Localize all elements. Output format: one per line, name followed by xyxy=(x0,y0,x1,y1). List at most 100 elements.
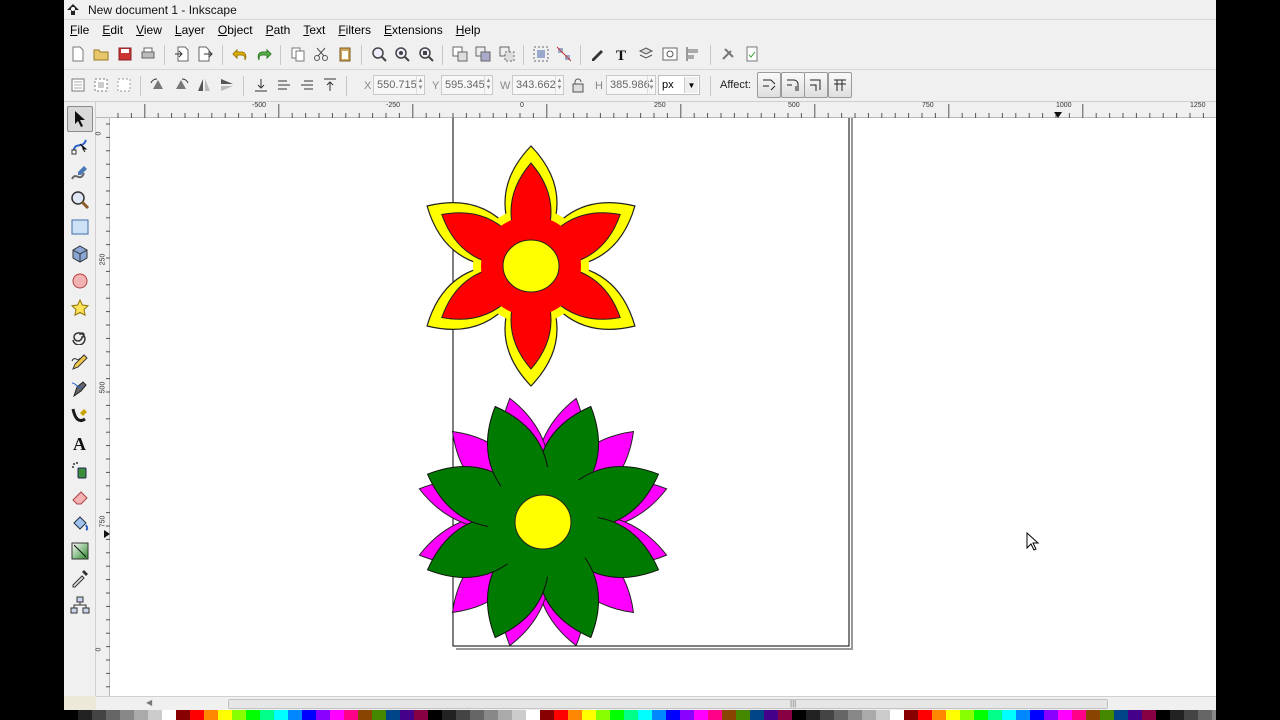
raise-icon[interactable] xyxy=(297,75,317,95)
palette-swatch[interactable] xyxy=(1184,710,1198,720)
palette-swatch[interactable] xyxy=(1030,710,1044,720)
palette-swatch[interactable] xyxy=(176,710,190,720)
scrollbar-thumb[interactable] xyxy=(228,699,1108,709)
palette-swatch[interactable] xyxy=(400,710,414,720)
h-field[interactable]: 385.986 ▲ ▼ xyxy=(606,75,656,95)
palette-swatch[interactable] xyxy=(848,710,862,720)
document-properties-icon[interactable] xyxy=(742,44,762,64)
print-icon[interactable] xyxy=(138,44,158,64)
dropper-tool[interactable] xyxy=(67,565,93,591)
undo-icon[interactable] xyxy=(230,44,250,64)
palette-swatch[interactable] xyxy=(190,710,204,720)
palette-swatch[interactable] xyxy=(512,710,526,720)
rotate-cw-icon[interactable] xyxy=(171,75,191,95)
palette-swatch[interactable] xyxy=(106,710,120,720)
spiral-tool[interactable] xyxy=(67,322,93,348)
menu-extensions[interactable]: Extensions xyxy=(384,23,443,37)
pencil-tool[interactable] xyxy=(67,349,93,375)
scale-corners-toggle[interactable] xyxy=(781,72,805,98)
group-icon[interactable] xyxy=(531,44,551,64)
menu-text[interactable]: Text xyxy=(303,23,325,37)
palette-swatch[interactable] xyxy=(204,710,218,720)
palette-swatch[interactable] xyxy=(274,710,288,720)
palette-swatch[interactable] xyxy=(120,710,134,720)
palette-swatch[interactable] xyxy=(806,710,820,720)
palette-swatch[interactable] xyxy=(834,710,848,720)
move-patterns-toggle[interactable] xyxy=(828,72,852,98)
palette-swatch[interactable] xyxy=(414,710,428,720)
palette-swatch[interactable] xyxy=(64,710,78,720)
palette-swatch[interactable] xyxy=(988,710,1002,720)
palette-swatch[interactable] xyxy=(722,710,736,720)
palette-swatch[interactable] xyxy=(260,710,274,720)
palette-swatch[interactable] xyxy=(918,710,932,720)
palette-swatch[interactable] xyxy=(610,710,624,720)
star-tool[interactable] xyxy=(67,295,93,321)
palette-swatch[interactable] xyxy=(932,710,946,720)
palette-swatch[interactable] xyxy=(680,710,694,720)
menu-edit[interactable]: Edit xyxy=(102,23,123,37)
preferences-icon[interactable] xyxy=(718,44,738,64)
tweak-tool[interactable] xyxy=(67,160,93,186)
drawing-canvas[interactable] xyxy=(110,118,1216,696)
menu-view[interactable]: View xyxy=(136,23,162,37)
palette-swatch[interactable] xyxy=(1198,710,1212,720)
palette-swatch[interactable] xyxy=(162,710,176,720)
align-distribute-icon[interactable] xyxy=(683,44,703,64)
palette-swatch[interactable] xyxy=(708,710,722,720)
palette-swatch[interactable] xyxy=(148,710,162,720)
palette-swatch[interactable] xyxy=(1142,710,1156,720)
palette-swatch[interactable] xyxy=(1002,710,1016,720)
palette-swatch[interactable] xyxy=(1170,710,1184,720)
palette-swatch[interactable] xyxy=(876,710,890,720)
palette-swatch[interactable] xyxy=(946,710,960,720)
palette-swatch[interactable] xyxy=(862,710,876,720)
palette-swatch[interactable] xyxy=(470,710,484,720)
spray-tool[interactable] xyxy=(67,457,93,483)
palette-swatch[interactable] xyxy=(568,710,582,720)
palette-swatch[interactable] xyxy=(1100,710,1114,720)
zoom-tool[interactable] xyxy=(67,187,93,213)
palette-swatch[interactable] xyxy=(92,710,106,720)
palette-swatch[interactable] xyxy=(792,710,806,720)
pen-tool[interactable] xyxy=(67,376,93,402)
palette-swatch[interactable] xyxy=(1072,710,1086,720)
ungroup-icon[interactable] xyxy=(554,44,574,64)
palette-swatch[interactable] xyxy=(694,710,708,720)
palette-swatch[interactable] xyxy=(316,710,330,720)
palette-swatch[interactable] xyxy=(540,710,554,720)
palette-swatch[interactable] xyxy=(484,710,498,720)
zoom-page-icon[interactable] xyxy=(416,44,436,64)
palette-swatch[interactable] xyxy=(1058,710,1072,720)
palette-swatch[interactable] xyxy=(358,710,372,720)
selector-tool[interactable] xyxy=(67,106,93,132)
duplicate-icon[interactable] xyxy=(450,44,470,64)
cut-icon[interactable] xyxy=(311,44,331,64)
palette-swatch[interactable] xyxy=(890,710,904,720)
palette-swatch[interactable] xyxy=(526,710,540,720)
color-palette[interactable] xyxy=(64,710,1216,720)
menu-layer[interactable]: Layer xyxy=(175,23,205,37)
lock-ratio-icon[interactable] xyxy=(568,75,588,95)
palette-swatch[interactable] xyxy=(554,710,568,720)
open-icon[interactable] xyxy=(91,44,111,64)
text-tool[interactable]: A xyxy=(67,430,93,456)
zoom-drawing-icon[interactable] xyxy=(392,44,412,64)
flip-horizontal-icon[interactable] xyxy=(194,75,214,95)
palette-swatch[interactable] xyxy=(330,710,344,720)
fill-stroke-icon[interactable] xyxy=(588,44,608,64)
menu-path[interactable]: Path xyxy=(266,23,291,37)
palette-swatch[interactable] xyxy=(1086,710,1100,720)
redo-icon[interactable] xyxy=(254,44,274,64)
w-field[interactable]: 343.662 ▲ ▼ xyxy=(512,75,564,95)
select-all-layers-icon[interactable] xyxy=(91,75,111,95)
node-tool[interactable] xyxy=(67,133,93,159)
menu-file[interactable]: File xyxy=(70,23,89,37)
palette-swatch[interactable] xyxy=(764,710,778,720)
palette-swatch[interactable] xyxy=(960,710,974,720)
palette-swatch[interactable] xyxy=(666,710,680,720)
clone-icon[interactable] xyxy=(473,44,493,64)
palette-swatch[interactable] xyxy=(288,710,302,720)
deselect-icon[interactable] xyxy=(114,75,134,95)
import-icon[interactable] xyxy=(172,44,192,64)
